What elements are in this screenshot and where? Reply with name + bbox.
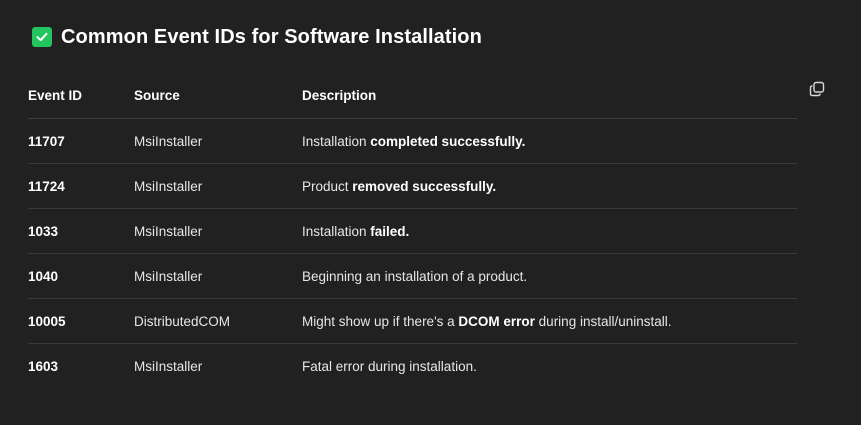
description-cell: Beginning an installation of a product. [302, 253, 797, 299]
event-id-cell: 1603 [28, 358, 59, 374]
header-event-id: Event ID [28, 73, 134, 119]
table-body: 11707 MsiInstaller Installation completed … [28, 118, 797, 389]
event-id-cell: 10005 [28, 298, 134, 344]
description-text: Might show up if there's a [302, 313, 459, 329]
source-cell: MsiInstaller [134, 208, 302, 254]
description-bold-text: completed successfully. [370, 133, 526, 149]
description-bold-text: removed successfully. [352, 178, 497, 194]
table-row: 10005 DistributedCOM Might show up if ther… [28, 298, 797, 344]
description-cell: Product removed successfully. [302, 163, 797, 209]
event-id-cell: 1033 [28, 208, 134, 254]
table-row: 1033 MsiInstaller Installation failed. [28, 208, 797, 254]
check-box-icon [32, 27, 52, 47]
event-id-cell: 1040 [28, 253, 134, 299]
description-cell: Fatal error during installation. [302, 344, 797, 389]
description-text: Installation [302, 133, 371, 149]
section-heading: Common Event IDs for Software Installati… [32, 24, 482, 50]
source-cell: DistributedCOM [134, 298, 302, 344]
table-row: 1603 MsiInstaller Fatal error during insta… [28, 344, 797, 389]
heading-title: Common Event IDs for Software Installati… [61, 25, 482, 48]
description-text: Beginning an installation of a product. [302, 268, 528, 284]
description-cell: Installation completed successfully. [302, 118, 797, 164]
description-bold-text: failed. [370, 223, 410, 239]
table-row: 1040 MsiInstaller Beginning an installatio… [28, 253, 797, 299]
description-text: Fatal error during installation. [302, 358, 477, 374]
source-cell: MsiInstaller [134, 358, 203, 374]
copy-icon [809, 81, 825, 97]
event-id-cell: 11724 [28, 163, 134, 209]
description-text: Installation [302, 223, 371, 239]
table-header-row: Event ID Source Description [28, 73, 797, 119]
table-row: 11724 MsiInstaller Product removed success… [28, 163, 797, 209]
event-id-cell: 11707 [28, 118, 134, 164]
event-id-table: Event ID Source Description 11707 MsiInst… [28, 73, 797, 388]
copy-table-button[interactable] [808, 80, 826, 98]
table-row: 11707 MsiInstaller Installation completed … [28, 118, 797, 164]
description-cell: Installation failed. [302, 208, 797, 254]
description-bold-text: DCOM error [458, 313, 535, 329]
description-text: Product [302, 178, 353, 194]
source-cell: MsiInstaller [134, 253, 302, 299]
source-cell: MsiInstaller [134, 163, 302, 209]
description-cell: Might show up if there's a DCOM error du… [302, 298, 797, 344]
response-block: Common Event IDs for Software Installati… [0, 0, 861, 425]
source-cell: MsiInstaller [134, 118, 302, 164]
header-description: Description [302, 73, 797, 119]
description-text: during install/uninstall. [534, 313, 672, 329]
header-source: Source [134, 73, 302, 119]
